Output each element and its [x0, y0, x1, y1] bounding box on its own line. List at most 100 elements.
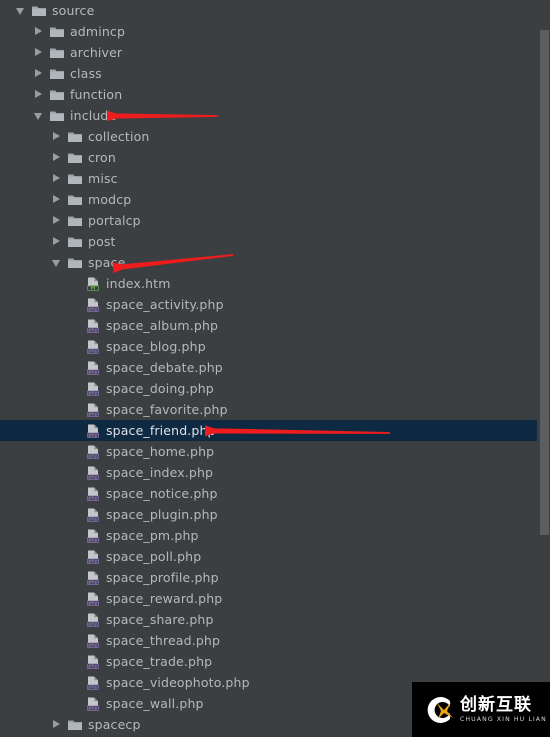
triangle-down-icon[interactable]: [16, 0, 27, 21]
tree-row-label: space_pm.php: [106, 528, 199, 543]
tree-twisty-placeholder: [70, 462, 81, 483]
tree-file-row[interactable]: php space_thread.php: [0, 630, 550, 651]
project-file-tree[interactable]: source admincp archiver class function includ…: [0, 0, 550, 737]
tree-file-row[interactable]: php space_trade.php: [0, 651, 550, 672]
tree-file-row[interactable]: php space_pm.php: [0, 525, 550, 546]
tree-indent-spacer: [0, 630, 70, 651]
folder-icon: [49, 66, 65, 82]
folder-icon: [67, 234, 83, 250]
tree-file-row[interactable]: php space_album.php: [0, 315, 550, 336]
tree-file-row[interactable]: php space_doing.php: [0, 378, 550, 399]
tree-row-label: space_thread.php: [106, 633, 221, 648]
svg-text:php: php: [88, 621, 97, 627]
triangle-right-icon[interactable]: [52, 168, 63, 189]
tree-folder-row[interactable]: function: [0, 84, 550, 105]
svg-text:php: php: [88, 495, 97, 501]
tree-indent-spacer: [0, 357, 70, 378]
triangle-right-icon[interactable]: [34, 42, 45, 63]
tree-indent-spacer: [0, 693, 70, 714]
tree-folder-row[interactable]: space: [0, 252, 550, 273]
tree-folder-row[interactable]: class: [0, 63, 550, 84]
tree-folder-row[interactable]: post: [0, 231, 550, 252]
triangle-right-icon[interactable]: [52, 126, 63, 147]
tree-indent-spacer: [0, 420, 70, 441]
tree-file-row[interactable]: php space_profile.php: [0, 567, 550, 588]
tree-indent-spacer: [0, 588, 70, 609]
tree-file-row[interactable]: php space_poll.php: [0, 546, 550, 567]
tree-indent-spacer: [0, 441, 70, 462]
tree-indent-spacer: [0, 609, 70, 630]
folder-icon: [67, 192, 83, 208]
svg-text:php: php: [88, 642, 97, 648]
tree-folder-row[interactable]: collection: [0, 126, 550, 147]
tree-folder-row[interactable]: portalcp: [0, 210, 550, 231]
tree-indent-spacer: [0, 189, 52, 210]
tree-file-row[interactable]: Hindex.htm: [0, 273, 550, 294]
tree-row-label: space_favorite.php: [106, 402, 228, 417]
file-icon: php: [85, 696, 101, 712]
tree-file-row[interactable]: php space_favorite.php: [0, 399, 550, 420]
tree-row-label: space_index.php: [106, 465, 214, 480]
tree-folder-row[interactable]: admincp: [0, 21, 550, 42]
tree-file-row[interactable]: php space_blog.php: [0, 336, 550, 357]
scrollbar-track[interactable]: [537, 0, 550, 737]
tree-twisty-placeholder: [70, 630, 81, 651]
triangle-right-icon[interactable]: [52, 231, 63, 252]
tree-twisty-placeholder: [70, 420, 81, 441]
tree-file-row[interactable]: php space_share.php: [0, 609, 550, 630]
tree-twisty-placeholder: [70, 315, 81, 336]
tree-folder-row[interactable]: source: [0, 0, 550, 21]
tree-twisty-placeholder: [70, 441, 81, 462]
tree-file-row[interactable]: php space_activity.php: [0, 294, 550, 315]
tree-file-row[interactable]: php space_friend.php: [0, 420, 550, 441]
tree-row-label: space_plugin.php: [106, 507, 218, 522]
triangle-right-icon[interactable]: [34, 84, 45, 105]
svg-text:php: php: [88, 348, 97, 354]
tree-folder-row[interactable]: include: [0, 105, 550, 126]
tree-row-label: space_blog.php: [106, 339, 206, 354]
file-icon: php: [85, 360, 101, 376]
tree-row-label: collection: [88, 129, 150, 144]
tree-file-row[interactable]: php space_index.php: [0, 462, 550, 483]
file-icon: php: [85, 402, 101, 418]
tree-file-row[interactable]: php space_home.php: [0, 441, 550, 462]
tree-twisty-placeholder: [70, 609, 81, 630]
tree-folder-row[interactable]: modcp: [0, 189, 550, 210]
tree-folder-row[interactable]: archiver: [0, 42, 550, 63]
file-icon: php: [85, 318, 101, 334]
folder-icon: [49, 45, 65, 61]
tree-twisty-placeholder: [70, 567, 81, 588]
tree-file-row[interactable]: php space_notice.php: [0, 483, 550, 504]
tree-twisty-placeholder: [70, 504, 81, 525]
tree-file-row[interactable]: php space_reward.php: [0, 588, 550, 609]
tree-row-label: misc: [88, 171, 118, 186]
triangle-right-icon[interactable]: [34, 63, 45, 84]
triangle-down-icon[interactable]: [34, 105, 45, 126]
tree-indent-spacer: [0, 483, 70, 504]
tree-indent-spacer: [0, 399, 70, 420]
triangle-right-icon[interactable]: [52, 189, 63, 210]
tree-folder-row[interactable]: misc: [0, 168, 550, 189]
cx-logo-icon: [420, 692, 456, 728]
folder-icon: [67, 717, 83, 733]
tree-folder-row[interactable]: cron: [0, 147, 550, 168]
triangle-right-icon[interactable]: [34, 21, 45, 42]
tree-indent-spacer: [0, 63, 34, 84]
tree-twisty-placeholder: [70, 336, 81, 357]
tree-file-row[interactable]: php space_debate.php: [0, 357, 550, 378]
triangle-right-icon[interactable]: [52, 714, 63, 735]
triangle-right-icon[interactable]: [52, 147, 63, 168]
tree-row-label: space_notice.php: [106, 486, 218, 501]
tree-row-label: portalcp: [88, 213, 141, 228]
tree-indent-spacer: [0, 273, 70, 294]
scrollbar-thumb[interactable]: [540, 30, 549, 535]
file-icon: php: [85, 591, 101, 607]
svg-text:H: H: [90, 284, 95, 291]
triangle-down-icon[interactable]: [52, 252, 63, 273]
folder-icon: [49, 87, 65, 103]
svg-text:php: php: [88, 537, 97, 543]
file-icon: php: [85, 549, 101, 565]
triangle-right-icon[interactable]: [52, 210, 63, 231]
tree-file-row[interactable]: php space_plugin.php: [0, 504, 550, 525]
svg-text:php: php: [88, 453, 97, 459]
